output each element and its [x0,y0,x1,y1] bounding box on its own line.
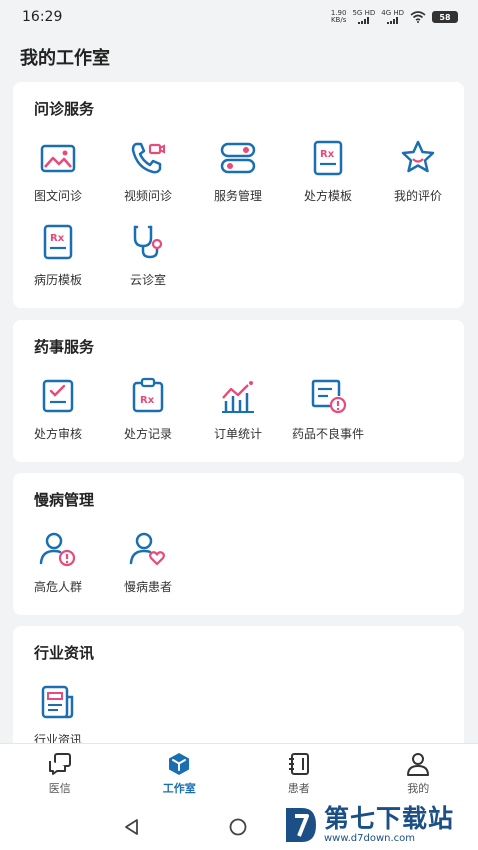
bar-chart-icon [222,381,254,413]
section-consultation: 问诊服务 图文问诊 视频问诊 服务管理 Rx 处方模板 我的评价 Rx 病历模板… [13,82,464,308]
tile-industry-news[interactable]: 行业资讯 [13,678,103,750]
section-news: 行业资讯 行业资讯 [13,626,464,752]
nav-messages[interactable]: 医信 [15,751,105,796]
svg-text:Rx: Rx [50,233,65,244]
section-pharmacy: 药事服务 处方审核 Rx 处方记录 订单统计 药品不良事件 [13,320,464,462]
section-title: 慢病管理 [34,491,95,509]
medical-record-icon: Rx [43,224,73,260]
video-call-icon [131,142,165,174]
tile-order-stats[interactable]: 订单统计 [193,372,283,444]
chat-icon [48,753,71,775]
tile-my-rating[interactable]: 我的评价 [373,134,463,206]
section-title: 问诊服务 [34,100,95,118]
section-grid: 高危人群 慢病患者 [13,525,464,597]
section-title: 行业资讯 [34,644,95,662]
signal-4g-icon: 4G HD [381,10,404,24]
d7-logo-icon [286,808,316,842]
signal-5g-icon: 5G HD [352,10,375,24]
notebook-icon [288,753,309,775]
tile-cloud-clinic[interactable]: 云诊室 [103,218,193,290]
stethoscope-icon [133,225,163,259]
wifi-icon [410,11,426,23]
document-alert-icon [311,379,347,414]
section-grid: 图文问诊 视频问诊 服务管理 Rx 处方模板 我的评价 Rx 病历模板 云诊室 [13,134,464,290]
tile-rx-records[interactable]: Rx 处方记录 [103,372,193,444]
section-grid: 行业资讯 [13,678,464,750]
section-chronic: 慢病管理 高危人群 慢病患者 [13,473,464,615]
cube-icon [169,753,190,775]
watermark-text: 第七下载站 [324,804,455,833]
tile-record-template[interactable]: Rx 病历模板 [13,218,103,290]
svg-text:Rx: Rx [320,149,335,160]
back-icon[interactable] [122,817,142,837]
page-title: 我的工作室 [20,48,110,69]
watermark: 第七下载站 www.d7down.com [282,800,478,850]
prescription-icon: Rx [313,140,343,176]
tile-high-risk[interactable]: 高危人群 [13,525,103,597]
home-icon[interactable] [228,817,248,837]
person-heart-icon [129,532,165,566]
tile-chronic-patients[interactable]: 慢病患者 [103,525,193,597]
net-speed: 1.90 KB/s [330,9,347,24]
person-alert-icon [39,532,76,567]
clipboard-rx-icon: Rx [132,377,164,413]
tile-video-consult[interactable]: 视频问诊 [103,134,193,206]
tile-service-manage[interactable]: 服务管理 [193,134,283,206]
battery-icon: 58 [432,11,458,23]
status-icons: 1.90 KB/s 5G HD 4G HD 58 [331,10,458,24]
newspaper-icon [41,685,74,719]
nav-studio[interactable]: 工作室 [134,751,224,796]
status-bar: 16:29 1.90 KB/s 5G HD 4G HD 58 [0,0,478,34]
watermark-url: www.d7down.com [324,833,416,844]
section-grid: 处方审核 Rx 处方记录 订单统计 药品不良事件 [13,372,464,444]
section-title: 药事服务 [34,338,95,356]
tile-rx-review[interactable]: 处方审核 [13,372,103,444]
star-icon [401,140,435,173]
nav-me[interactable]: 我的 [373,751,463,796]
image-icon [40,144,76,173]
tile-adverse-event[interactable]: 药品不良事件 [283,372,373,444]
svg-text:Rx: Rx [140,395,155,406]
checklist-icon [42,379,74,413]
tile-text-consult[interactable]: 图文问诊 [13,134,103,206]
bottom-nav: 医信 工作室 患者 我的 [0,743,478,803]
nav-patients[interactable]: 患者 [254,751,344,796]
toggle-icon [220,142,256,174]
status-time: 16:29 [22,9,63,25]
tile-rx-template[interactable]: Rx 处方模板 [283,134,373,206]
person-icon [407,753,430,776]
